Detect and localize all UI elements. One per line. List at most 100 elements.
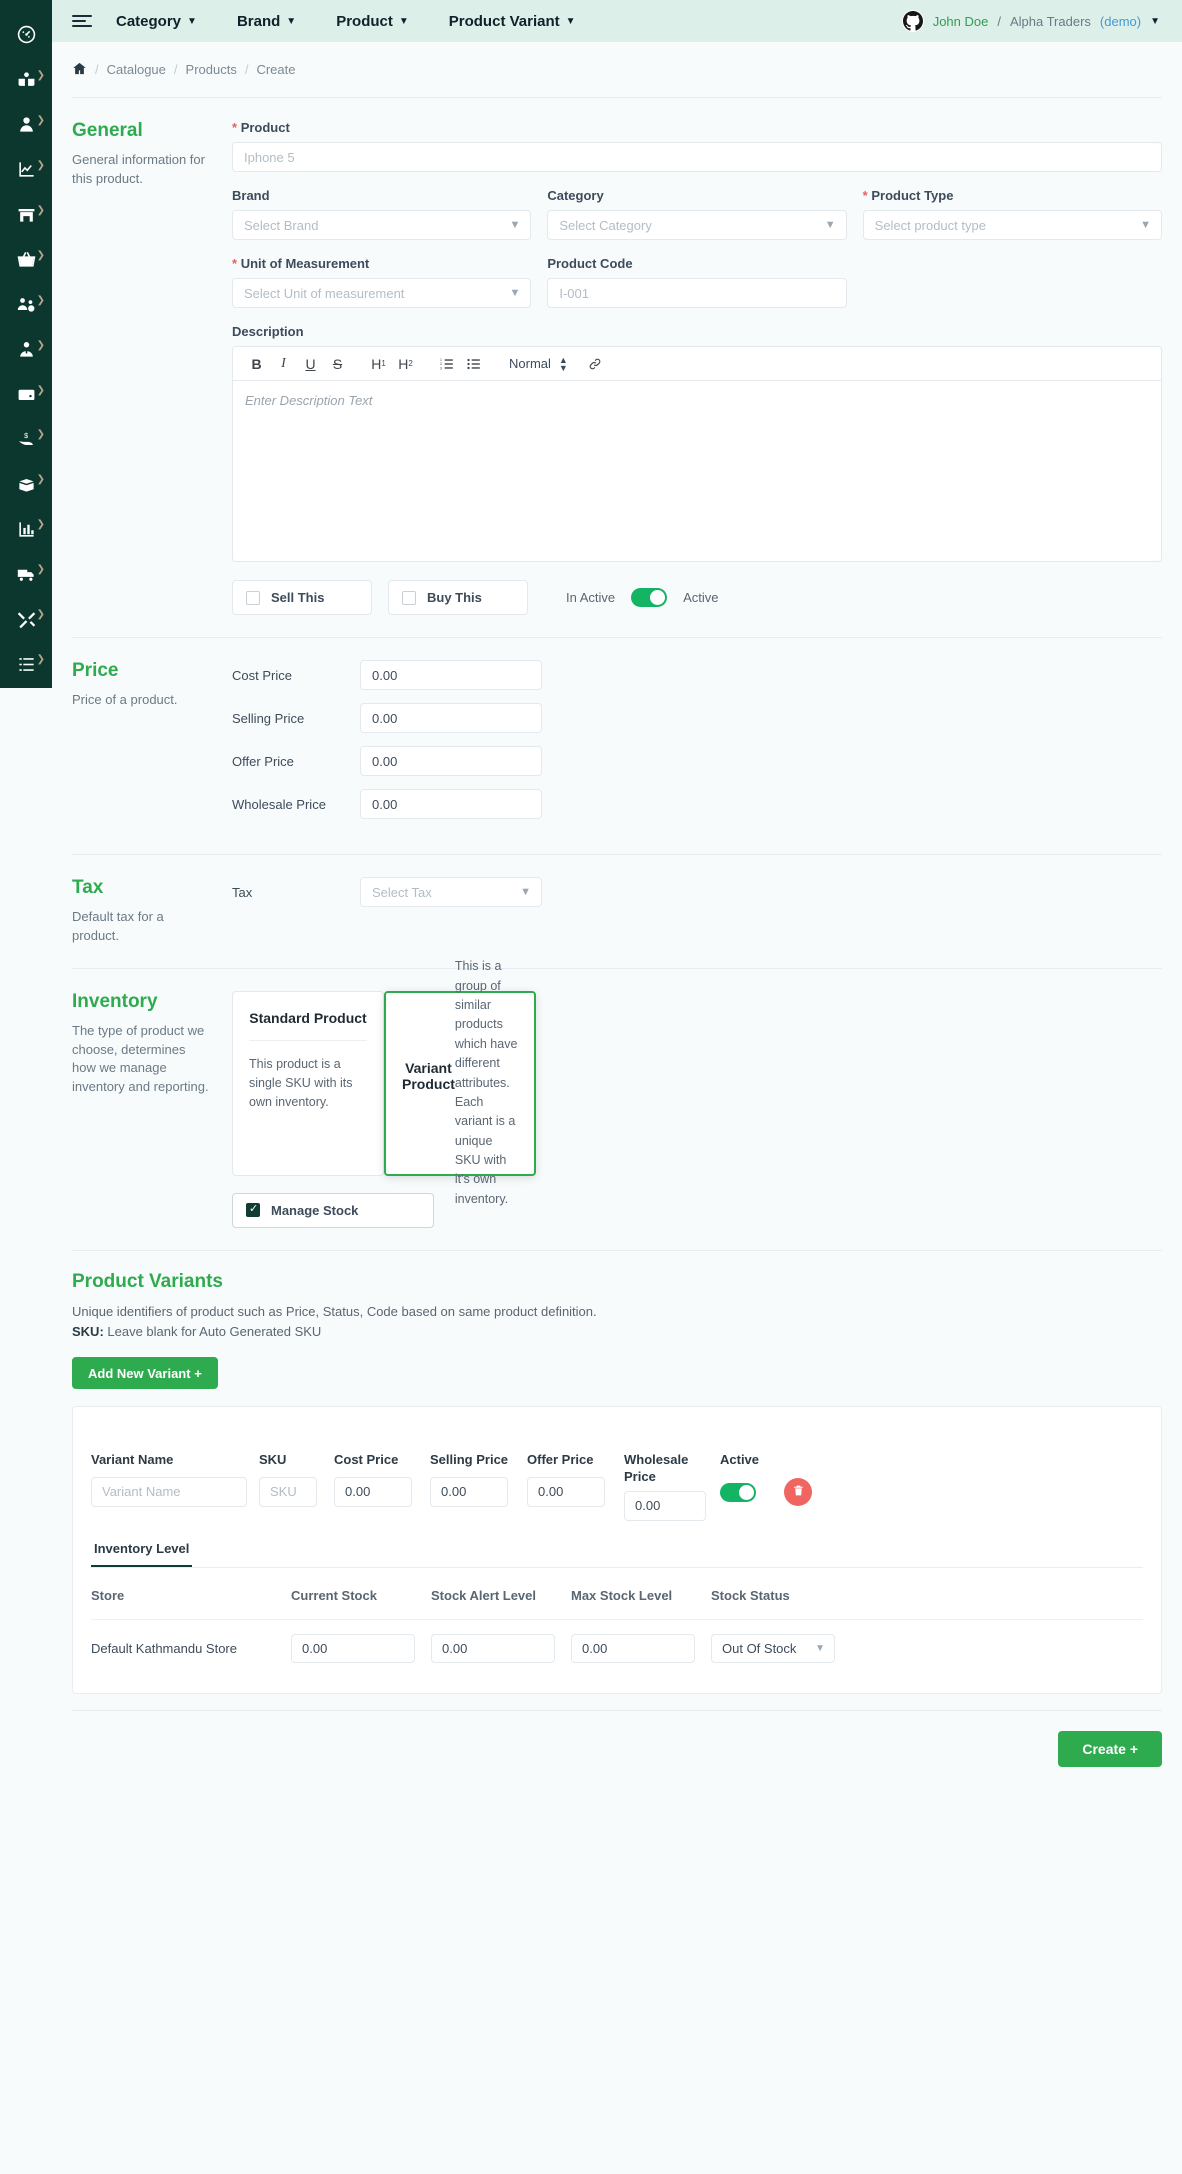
brand-select[interactable]: Select Brand ▼ [232, 210, 532, 240]
active-toggle[interactable] [631, 588, 668, 607]
chevron-down-icon: ▼ [1150, 15, 1160, 27]
chevron-right-icon: ❯ [36, 564, 45, 576]
chevron-down-icon: ▼ [520, 886, 531, 898]
hand-dollar-icon: $ [17, 430, 36, 452]
section-price: Price Price of a product. Cost Price Sel… [72, 638, 1162, 854]
product-type-select[interactable]: Select product type ▼ [862, 210, 1162, 240]
sidebar-item-store[interactable]: ❯ [0, 194, 52, 239]
sidebar-item-analytics[interactable]: ❯ [0, 508, 52, 553]
sidebar-item-accounts[interactable]: ❯ [0, 374, 52, 419]
section-tax: Tax Default tax for a product. Tax Selec… [72, 855, 1162, 968]
wholesale-price-input[interactable] [360, 789, 542, 819]
standard-product-title: Standard Product [249, 1009, 367, 1026]
chevron-right-icon: ❯ [36, 249, 45, 261]
chevron-down-icon: ▼ [286, 15, 297, 27]
variant-name-input[interactable] [91, 1476, 247, 1507]
offer-price-input[interactable] [360, 746, 542, 776]
italic-button[interactable]: I [270, 350, 297, 377]
sidebar-toggle-icon[interactable] [72, 10, 94, 32]
max-stock-level-input[interactable] [571, 1633, 695, 1663]
wallet-icon [17, 385, 36, 407]
variant-selling-price-input[interactable] [430, 1476, 508, 1507]
manage-stock-checkbox[interactable]: Manage Stock [232, 1192, 434, 1228]
breadcrumb-item-catalogue[interactable]: Catalogue [107, 62, 166, 77]
breadcrumb-item-create[interactable]: Create [256, 62, 295, 77]
price-title: Price [72, 660, 119, 681]
sidebar-item-inventory[interactable]: ❯ [0, 463, 52, 508]
product-type-label: * Product Type [863, 188, 1162, 203]
tab-inventory-level[interactable]: Inventory Level [91, 1541, 193, 1567]
variant-product-card[interactable]: Variant Product This is a group of simil… [384, 959, 536, 1206]
underline-button[interactable]: U [297, 350, 324, 377]
sidebar-item-delivery[interactable]: ❯ [0, 553, 52, 598]
chevron-down-icon: ▼ [815, 1642, 825, 1654]
demo-badge: (demo) [1099, 13, 1142, 29]
sidebar-item-employee[interactable]: ❯ [0, 329, 52, 374]
standard-product-card[interactable]: Standard Product This product is a singl… [232, 990, 384, 1176]
heading-2-button[interactable]: H2 [392, 350, 419, 377]
selling-price-label: Selling Price [232, 710, 305, 726]
link-icon[interactable] [582, 350, 609, 377]
format-select[interactable]: Normal ▲ ▼ [509, 355, 568, 372]
sell-this-checkbox[interactable]: Sell This [232, 580, 372, 615]
sidebar-item-reports[interactable]: ❯ [0, 149, 52, 194]
stock-status-select[interactable]: Out Of Stock ▼ [711, 1633, 835, 1663]
general-form: * Product Brand Select Brand ▼ Category … [232, 120, 1162, 615]
sidebar-item-payments[interactable]: $ ❯ [0, 418, 52, 463]
sidebar-item-tools[interactable]: ❯ [0, 598, 52, 643]
topmenu-brand[interactable]: Brand ▼ [237, 13, 296, 30]
topmenu-brand-label: Brand [236, 12, 281, 30]
bold-button[interactable]: B [243, 350, 270, 377]
variant-wholesale-price-input[interactable] [624, 1490, 706, 1521]
variant-active-toggle[interactable] [720, 1482, 756, 1502]
sku-note-text: Leave blank for Auto Generated SKU [103, 1324, 322, 1340]
current-stock-input[interactable] [291, 1633, 415, 1663]
description-editor[interactable]: Enter Description Text [232, 380, 1162, 562]
variant-offer-price-input[interactable] [527, 1476, 605, 1507]
ordered-list-icon[interactable]: 123 [433, 350, 460, 377]
uom-label: * Unit of Measurement [232, 256, 531, 271]
strikethrough-button[interactable]: S [324, 350, 351, 377]
cost-price-input[interactable] [360, 660, 542, 690]
chevron-right-icon: ❯ [36, 384, 45, 396]
add-new-variant-button[interactable]: Add New Variant + [72, 1357, 218, 1390]
topmenu-product-label: Product [336, 12, 393, 30]
buy-this-checkbox[interactable]: Buy This [388, 580, 528, 615]
required-marker: * [232, 256, 238, 271]
product-type-select-value: Select product type [874, 217, 986, 233]
bullet-list-icon[interactable] [460, 350, 487, 377]
sidebar-item-purchase[interactable]: ❯ [0, 239, 52, 284]
trash-icon [792, 1484, 805, 1500]
selling-price-input[interactable] [360, 703, 542, 733]
tax-select[interactable]: Select Tax ▼ [360, 877, 542, 907]
variant-cost-price-input[interactable] [334, 1476, 412, 1507]
product-input[interactable] [232, 142, 1162, 172]
stock-alert-level-input[interactable] [431, 1633, 555, 1663]
general-row-3: * Unit of Measurement Select Unit of mea… [232, 256, 1162, 308]
sidebar-item-customers[interactable]: ❯ [0, 104, 52, 149]
chevron-right-icon: ❯ [36, 204, 45, 216]
topmenu-product[interactable]: Product ▼ [336, 13, 409, 30]
create-button[interactable]: Create + [1058, 1730, 1162, 1767]
variant-product-title: Variant Product [402, 1060, 455, 1093]
topmenu-category[interactable]: Category ▼ [116, 13, 197, 30]
standard-product-text: This product is a single SKU with its ow… [249, 1056, 353, 1110]
variant-tabs: Inventory Level [91, 1541, 1143, 1568]
user-menu[interactable]: John Doe / Alpha Traders (demo) ▼ [901, 10, 1160, 32]
topmenu-product-variant[interactable]: Product Variant ▼ [449, 13, 576, 30]
chevron-right-icon: ❯ [36, 159, 45, 171]
uom-select[interactable]: Select Unit of measurement ▼ [232, 278, 532, 308]
sidebar-item-list[interactable]: ❯ [0, 643, 52, 688]
table-header-row: Store Current Stock Stock Alert Level Ma… [91, 1571, 1143, 1620]
breadcrumb-item-products[interactable]: Products [186, 62, 237, 77]
sidebar-item-dashboard[interactable] [0, 14, 52, 59]
sidebar-item-catalogue[interactable]: ❯ [0, 59, 52, 104]
section-product-variants: Product Variants Unique identifiers of p… [72, 1251, 1162, 1694]
category-select[interactable]: Select Category ▼ [547, 210, 847, 240]
heading-1-button[interactable]: H1 [365, 350, 392, 377]
product-code-input[interactable] [547, 278, 847, 308]
sidebar-item-user-management[interactable]: ❯ [0, 284, 52, 329]
home-icon[interactable] [72, 61, 87, 79]
sku-input[interactable] [259, 1476, 317, 1507]
delete-variant-button[interactable] [784, 1478, 812, 1507]
